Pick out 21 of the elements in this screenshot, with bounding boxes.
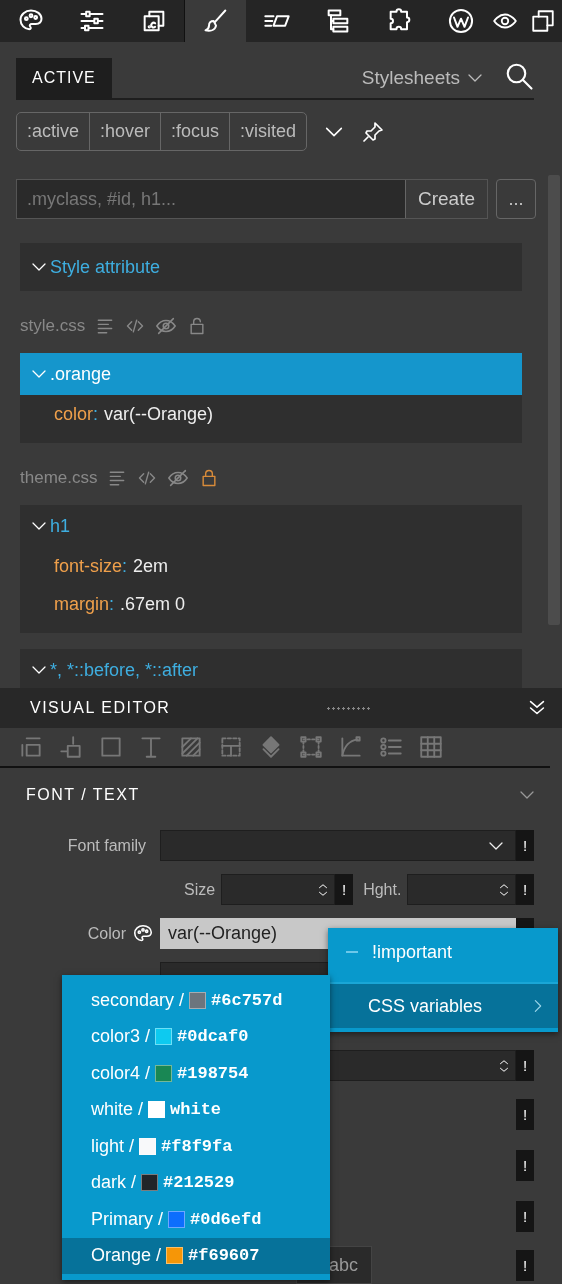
property-value: var(--Orange) bbox=[104, 403, 214, 425]
property-separator: : bbox=[122, 555, 128, 577]
rule-selector: h1 bbox=[50, 515, 71, 537]
panel-title: VISUAL EDITOR bbox=[30, 699, 171, 717]
property-name: font-size bbox=[54, 555, 123, 577]
stylesheet-name: style.css bbox=[20, 316, 86, 336]
rule-selector: *, *::before, *::after bbox=[50, 659, 199, 681]
property-separator: : bbox=[109, 593, 115, 615]
rule-selector: Style attribute bbox=[50, 256, 161, 278]
field-label: Hght. bbox=[363, 880, 402, 899]
stylesheet-name: theme.css bbox=[20, 468, 98, 488]
property-name: color bbox=[54, 403, 93, 425]
rule-selector: .orange bbox=[50, 363, 112, 385]
property-value: .67em 0 bbox=[120, 593, 186, 615]
field-label: Color bbox=[86, 924, 126, 943]
property-value: 2em bbox=[133, 555, 169, 577]
property-separator: : bbox=[93, 403, 99, 425]
field-label: Font family bbox=[66, 836, 147, 855]
section-title: FONT / TEXT bbox=[26, 786, 140, 804]
property-name: margin bbox=[54, 593, 110, 615]
field-label: Size bbox=[184, 880, 216, 899]
